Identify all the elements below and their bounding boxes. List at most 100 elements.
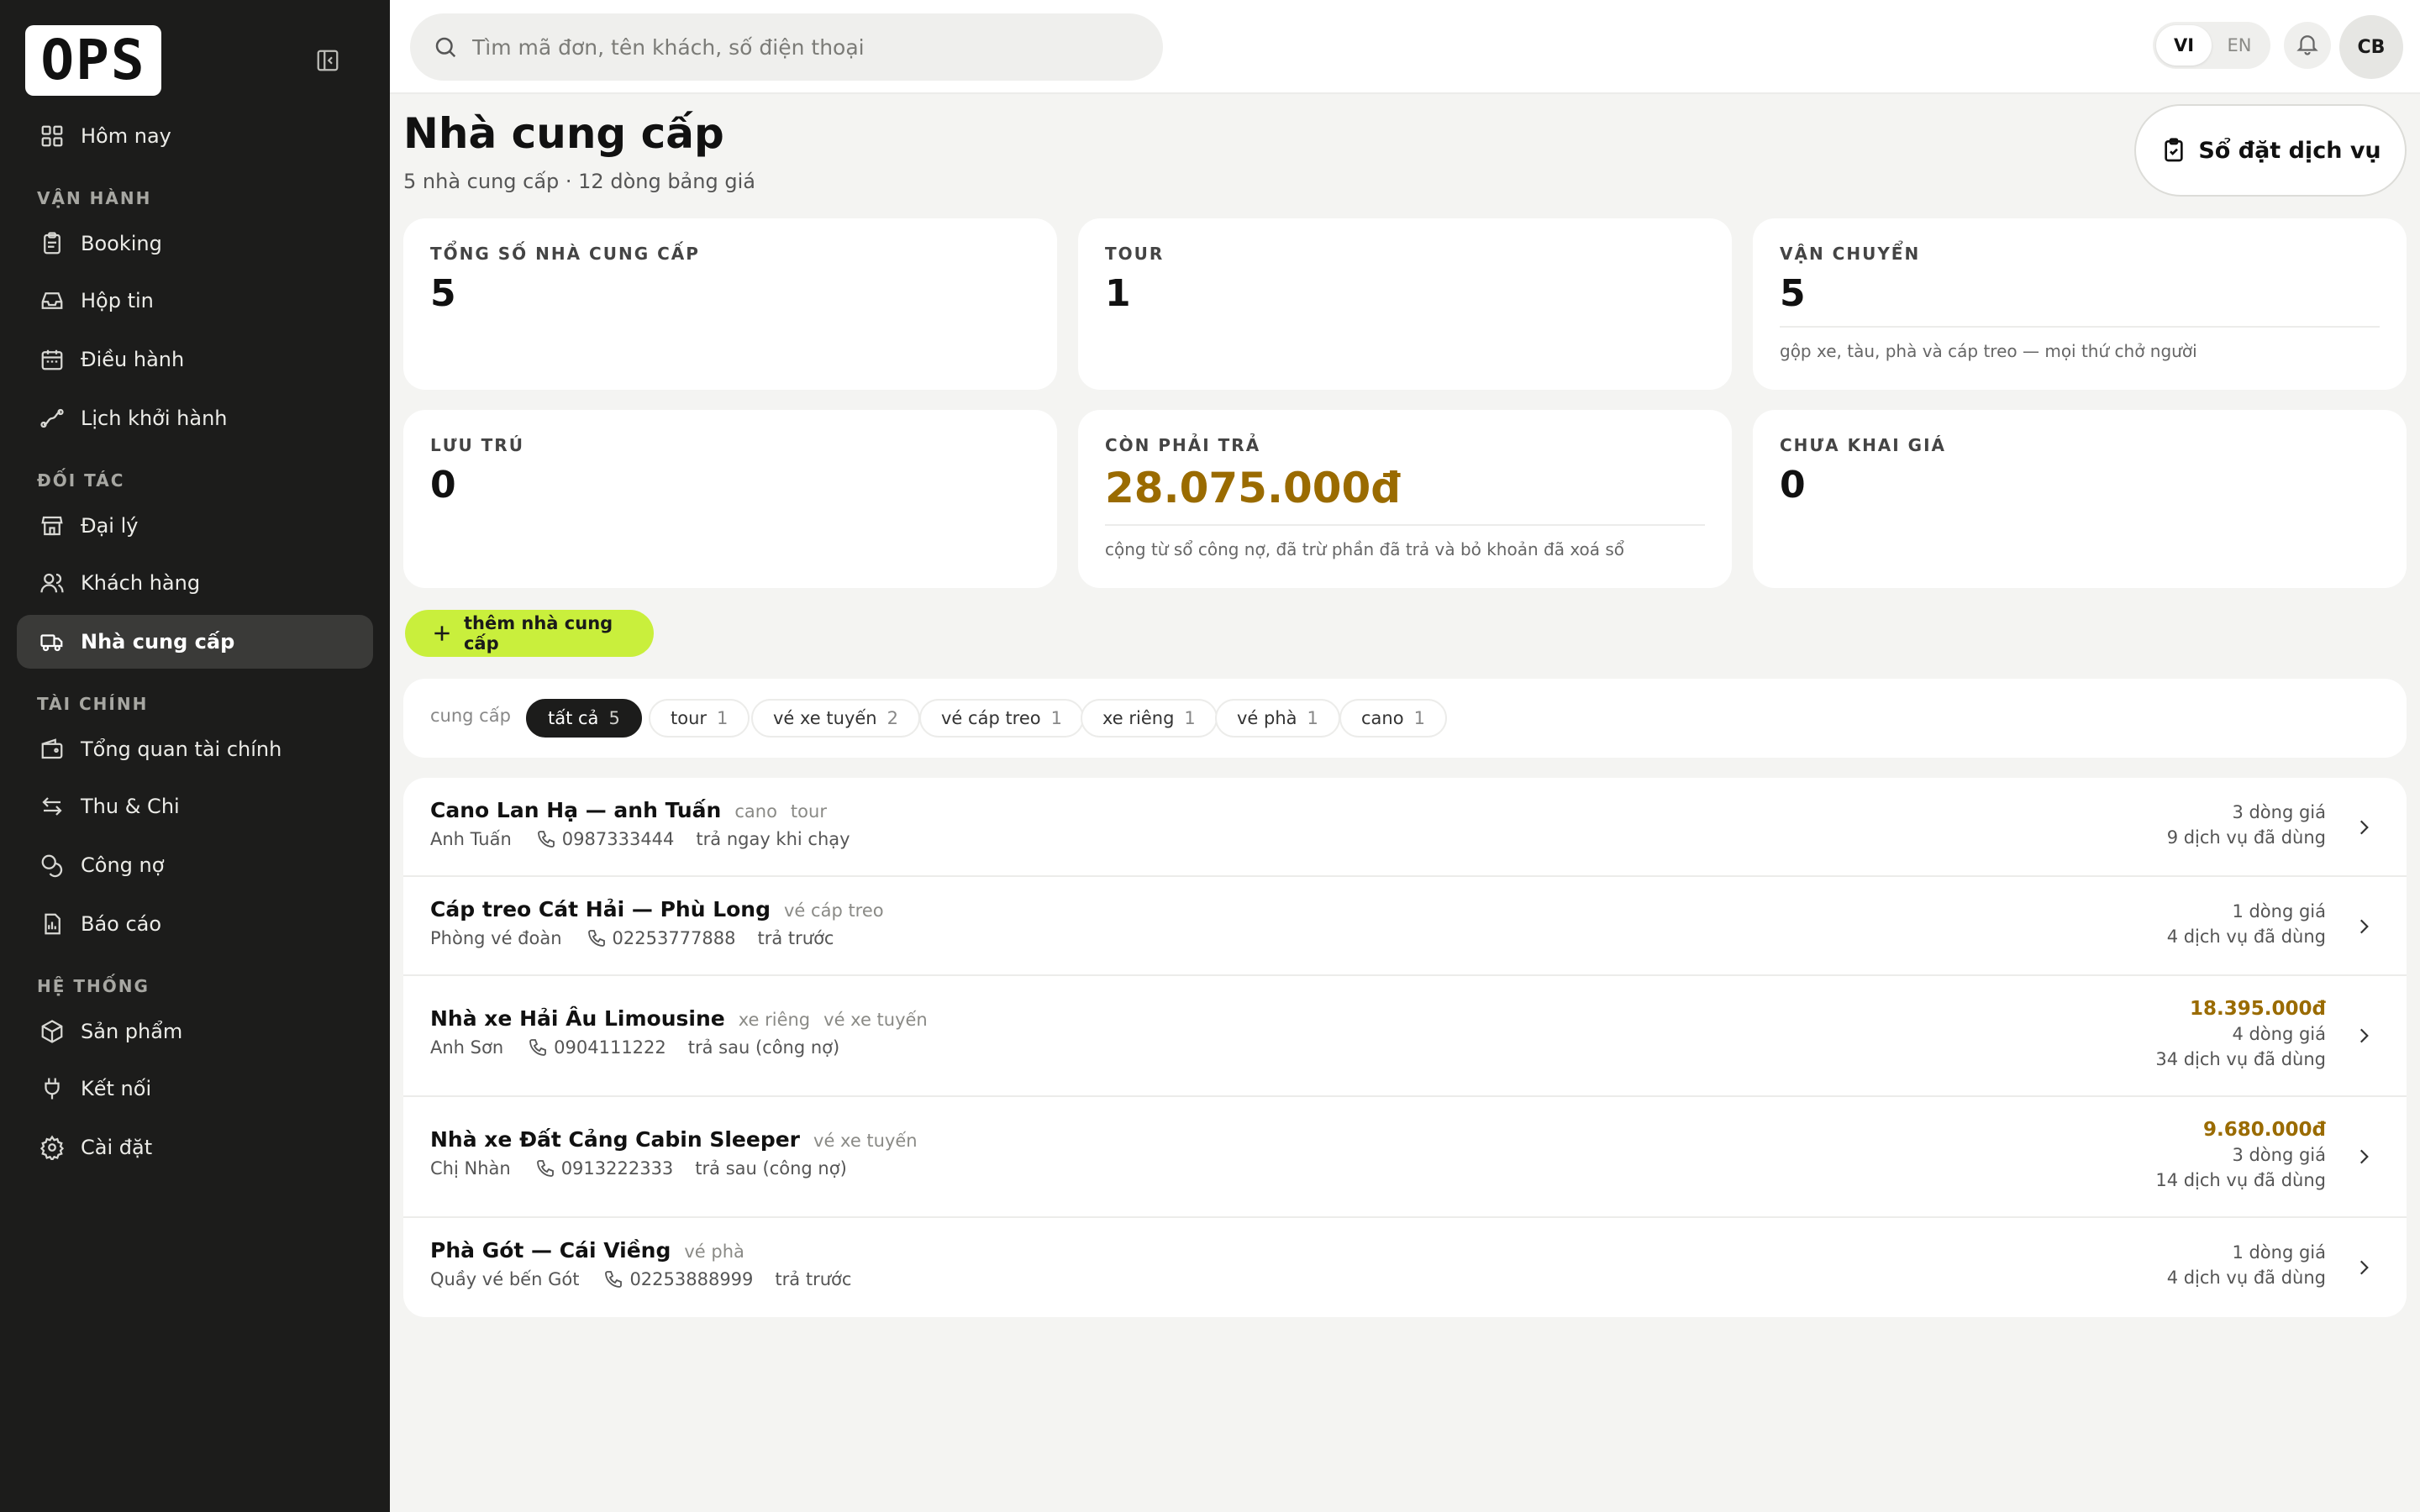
supplier-payment-terms: trả trước — [775, 1269, 852, 1289]
filter-prefix: cung cấp — [430, 706, 511, 726]
user-avatar[interactable]: CB — [2339, 15, 2403, 79]
report-icon — [35, 907, 69, 941]
sidebar-item-label: Báo cáo — [81, 912, 162, 936]
sidebar-item-label: Công nợ — [81, 853, 165, 877]
search-bar[interactable] — [410, 13, 1163, 81]
stat-label: TỔNG SỐ NHÀ CUNG CẤP — [430, 244, 700, 264]
ops-logo[interactable]: OPS — [25, 25, 161, 96]
notifications-button[interactable] — [2284, 22, 2331, 69]
sidebar-item-integrations[interactable]: Kết nối — [17, 1062, 373, 1116]
sidebar-item-departures[interactable]: Lịch khởi hành — [17, 391, 373, 445]
lang-en-option[interactable]: EN — [2212, 25, 2267, 66]
supplier-tag: cano — [734, 801, 777, 822]
chevron-right-icon[interactable] — [2351, 1144, 2376, 1169]
section-operations: VẬN HÀNH — [37, 188, 152, 208]
chevron-right-icon[interactable] — [2351, 1023, 2376, 1048]
chevron-right-icon[interactable] — [2351, 914, 2376, 939]
phone-icon — [534, 1158, 556, 1179]
supplier-contact: Quầy vé bến Gót — [430, 1269, 580, 1289]
sidebar-item-label: Nhà cung cấp — [81, 630, 235, 654]
supplier-payment-terms: trả ngay khi chạy — [696, 829, 850, 849]
page-subtitle: 5 nhà cung cấp · 12 dòng bảng giá — [403, 170, 755, 193]
chip-label: tour — [671, 708, 708, 728]
supplier-row[interactable]: Cano Lan Hạ — anh Tuấn cano tour Anh Tuấn … — [403, 778, 2407, 877]
chip-count: 1 — [717, 708, 729, 728]
sidebar-item-settings[interactable]: Cài đặt — [17, 1121, 373, 1174]
sidebar-item-suppliers[interactable]: Nhà cung cấp — [17, 615, 373, 669]
filter-chip-cano[interactable]: cano 1 — [1339, 699, 1447, 738]
sidebar-item-agents[interactable]: Đại lý — [17, 499, 373, 553]
sidebar-item-dispatch[interactable]: Điều hành — [17, 333, 373, 386]
filter-chip-tour[interactable]: tour 1 — [649, 699, 750, 738]
service-booking-log-label: Sổ đặt dịch vụ — [2198, 137, 2381, 164]
search-input[interactable] — [472, 34, 1111, 60]
stat-note: gộp xe, tàu, phà và cáp treo — mọi thứ c… — [1780, 341, 2197, 361]
sidebar-item-customers[interactable]: Khách hàng — [17, 556, 373, 610]
supplier-phone[interactable]: 0987333444 — [562, 829, 675, 849]
sidebar-item-today[interactable]: Hôm nay — [17, 109, 373, 163]
supplier-payment-terms: trả sau (công nợ) — [695, 1158, 847, 1179]
supplier-row[interactable]: Cáp treo Cát Hải — Phù Long vé cáp treo P… — [403, 877, 2407, 976]
supplier-phone[interactable]: 02253888999 — [629, 1269, 753, 1289]
chevron-right-icon[interactable] — [2351, 815, 2376, 840]
supplier-name: Cáp treo Cát Hải — Phù Long vé cáp treo — [430, 897, 884, 921]
chip-count: 1 — [1050, 708, 1062, 728]
sidebar-item-label: Hôm nay — [81, 124, 171, 148]
section-system: HỆ THỐNG — [37, 976, 150, 996]
supplier-row[interactable]: Nhà xe Đất Cảng Cabin Sleeper vé xe tuyến… — [403, 1097, 2407, 1218]
calendar-icon — [35, 343, 69, 376]
service-booking-log-button[interactable]: Sổ đặt dịch vụ — [2134, 104, 2407, 197]
sidebar-item-label: Tổng quan tài chính — [81, 738, 282, 761]
stat-divider — [1105, 524, 1705, 526]
filter-chip-bus-ticket[interactable]: vé xe tuyến 2 — [751, 699, 920, 738]
sidebar-item-label: Khách hàng — [81, 571, 201, 595]
clipboard-icon — [35, 227, 69, 260]
lang-vi-option[interactable]: VI — [2156, 25, 2212, 66]
filter-chip-cable-car[interactable]: vé cáp treo 1 — [919, 699, 1084, 738]
sidebar-item-finance-overview[interactable]: Tổng quan tài chính — [17, 722, 373, 776]
supplier-price-lines: 1 dòng giá — [2232, 1242, 2326, 1263]
sidebar-item-debts[interactable]: Công nợ — [17, 838, 373, 892]
stat-value: 28.075.000đ — [1105, 464, 1402, 512]
clipboard-check-icon — [2160, 136, 2188, 165]
language-switch[interactable]: VI EN — [2153, 22, 2270, 69]
inbox-icon — [35, 284, 69, 318]
sidebar-item-booking[interactable]: Booking — [17, 217, 373, 270]
stat-value: 5 — [1780, 272, 1806, 315]
phone-icon — [586, 927, 608, 949]
sidebar-item-label: Booking — [81, 232, 162, 255]
collapse-sidebar-icon[interactable] — [314, 47, 341, 74]
supplier-name: Nhà xe Hải Âu Limousine xe riêng vé xe tuy… — [430, 1006, 928, 1031]
supplier-phone[interactable]: 0904111222 — [554, 1037, 666, 1058]
supplier-phone[interactable]: 02253777888 — [613, 928, 736, 948]
sidebar-item-label: Cài đặt — [81, 1136, 153, 1159]
supplier-row[interactable]: Phà Gót — Cái Viềng vé phà Quầy vé bến Gó… — [403, 1218, 2407, 1317]
supplier-contact: Anh Sơn — [430, 1037, 504, 1058]
filter-chip-ferry[interactable]: vé phà 1 — [1215, 699, 1340, 738]
sidebar-item-label: Lịch khởi hành — [81, 407, 228, 430]
supplier-meta: Quầy vé bến Gót 02253888999 trả trước — [430, 1268, 851, 1290]
supplier-summary: 1 dòng giá 4 dịch vụ đã dùng — [2167, 1240, 2326, 1290]
box-icon — [35, 1015, 69, 1048]
supplier-summary: 1 dòng giá 4 dịch vụ đã dùng — [2167, 899, 2326, 949]
chevron-right-icon[interactable] — [2351, 1255, 2376, 1280]
supplier-services-used: 4 dịch vụ đã dùng — [2166, 1268, 2326, 1288]
sidebar-item-products[interactable]: Sản phẩm — [17, 1005, 373, 1058]
add-supplier-button[interactable]: thêm nhà cung cấp — [405, 610, 654, 657]
chip-label: vé xe tuyến — [773, 708, 877, 728]
supplier-tag: xe riêng — [738, 1010, 811, 1030]
filter-chip-private-car[interactable]: xe riêng 1 — [1081, 699, 1218, 738]
sidebar-item-reports[interactable]: Báo cáo — [17, 897, 373, 951]
sidebar-item-income-expense[interactable]: Thu & Chi — [17, 780, 373, 833]
supplier-services-used: 34 dịch vụ đã dùng — [2155, 1049, 2326, 1069]
sidebar-item-label: Kết nối — [81, 1077, 152, 1100]
sidebar-item-inbox[interactable]: Hộp tin — [17, 274, 373, 328]
filter-chip-all[interactable]: tất cả 5 — [526, 699, 642, 738]
supplier-meta: Phòng vé đoàn 02253777888 trả trước — [430, 927, 834, 949]
store-icon — [35, 509, 69, 543]
phone-icon — [602, 1268, 624, 1290]
supplier-phone[interactable]: 0913222333 — [561, 1158, 674, 1179]
truck-icon — [35, 625, 69, 659]
stat-card-transport: VẬN CHUYỂN 5 gộp xe, tàu, phà và cáp tre… — [1753, 218, 2407, 390]
supplier-row[interactable]: Nhà xe Hải Âu Limousine xe riêng vé xe tuy… — [403, 976, 2407, 1097]
